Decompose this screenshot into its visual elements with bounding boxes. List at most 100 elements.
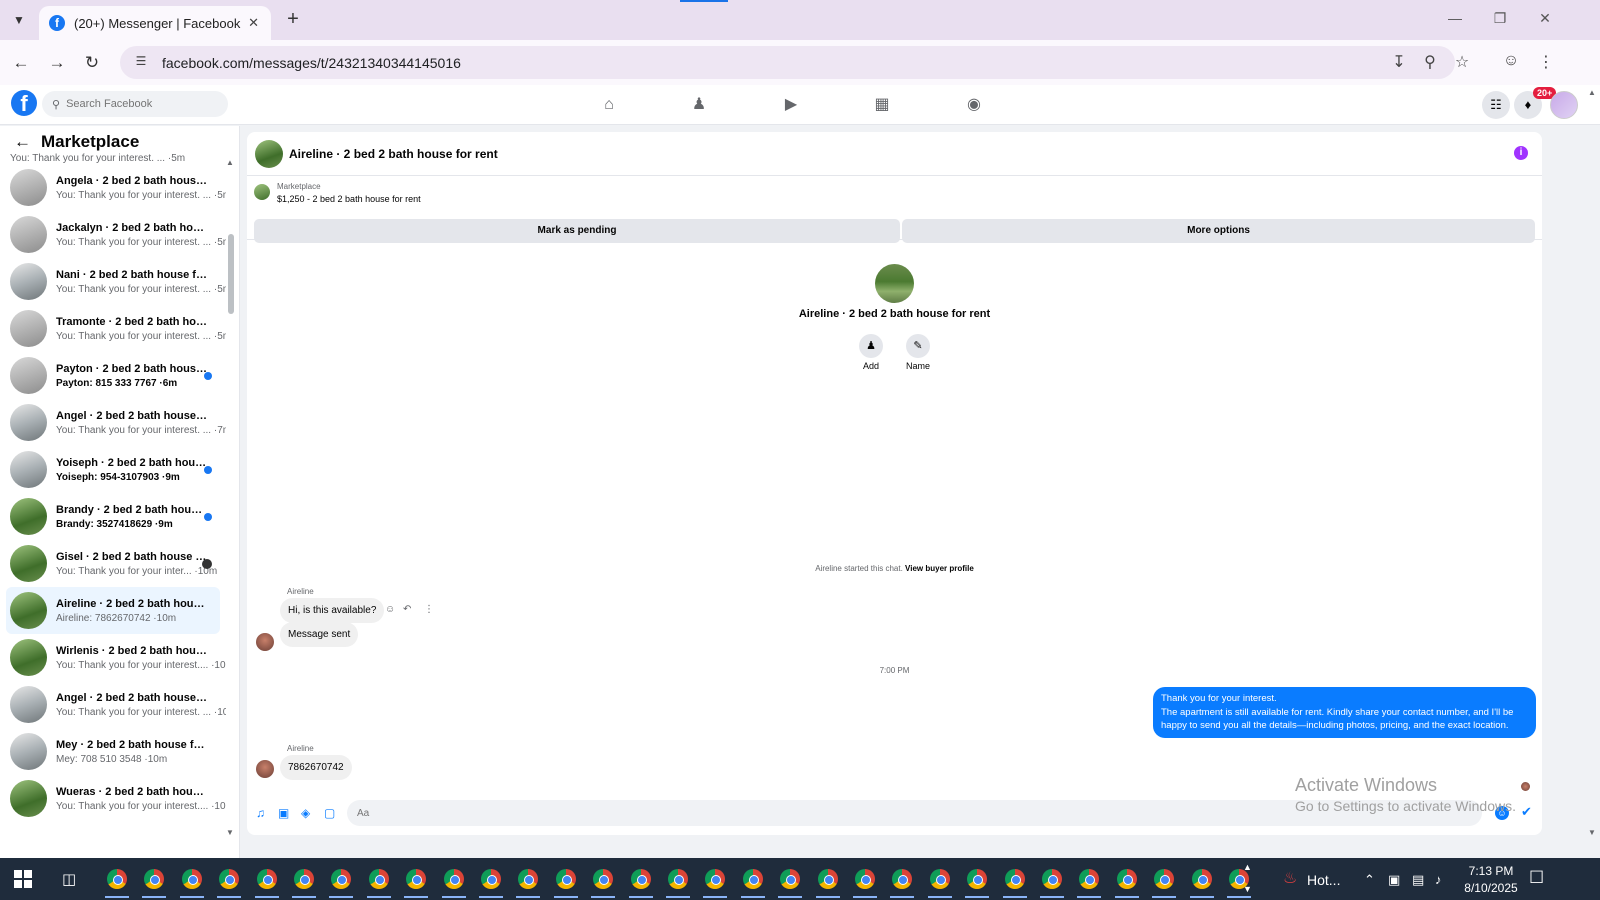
- conversation-item[interactable]: Payton · 2 bed 2 bath house f... Payton: …: [0, 352, 226, 399]
- chrome-taskbar-icon[interactable]: [217, 869, 242, 898]
- chrome-taskbar-icon[interactable]: [254, 869, 279, 898]
- conversation-item[interactable]: Yoiseph · 2 bed 2 bath house ... Yoiseph:…: [0, 446, 226, 493]
- clock-date[interactable]: 8/10/2025: [1458, 881, 1524, 895]
- weather-thermometer-icon[interactable]: ♨: [1283, 868, 1297, 888]
- chrome-taskbar-icon[interactable]: [628, 869, 653, 898]
- conversation-item[interactable]: You: Thank you for your interest. ... ·5…: [0, 150, 226, 164]
- chrome-taskbar-icon[interactable]: [1002, 869, 1027, 898]
- chrome-taskbar-icon[interactable]: [329, 869, 354, 898]
- chat-avatar[interactable]: [255, 139, 283, 168]
- conversation-item[interactable]: Jackalyn · 2 bed 2 bath house f... You: T…: [0, 211, 226, 258]
- browser-tab[interactable]: f (20+) Messenger | Facebook ✕: [39, 6, 271, 40]
- conversation-item[interactable]: Angel · 2 bed 2 bath house for ... You: T…: [0, 681, 226, 728]
- close-window-icon[interactable]: ✕: [1535, 10, 1555, 27]
- tab-close-icon[interactable]: ✕: [248, 15, 259, 31]
- sender-avatar[interactable]: [256, 760, 274, 778]
- action-center-icon[interactable]: ☐: [1529, 868, 1544, 888]
- conversation-item[interactable]: Wueras · 2 bed 2 bath house fo... You: Th…: [0, 775, 226, 822]
- marketplace-icon[interactable]: ▦: [871, 94, 893, 116]
- bookmark-star-icon[interactable]: ☆: [1451, 52, 1473, 72]
- zoom-icon[interactable]: ⚲: [1419, 52, 1441, 72]
- conversation-item[interactable]: Brandy · 2 bed 2 bath house f... Brandy: …: [0, 493, 226, 540]
- conversation-item[interactable]: Gisel · 2 bed 2 bath house fo... You: Tha…: [0, 540, 226, 587]
- chat-title[interactable]: Aireline · 2 bed 2 bath house for rent: [289, 147, 498, 161]
- task-view-icon[interactable]: ◫: [62, 870, 76, 888]
- chrome-taskbar-icon[interactable]: [179, 869, 204, 898]
- facebook-logo-icon[interactable]: f: [11, 90, 37, 116]
- volume-icon[interactable]: ♪: [1435, 872, 1442, 887]
- conversation-item[interactable]: Aireline · 2 bed 2 bath house fo... Airel…: [6, 587, 220, 634]
- chrome-taskbar-icon[interactable]: [105, 869, 129, 898]
- tab-search-chevron-icon[interactable]: ▼: [8, 9, 30, 31]
- microphone-icon[interactable]: ♫: [256, 806, 265, 820]
- scroll-down-icon[interactable]: ▼: [226, 828, 234, 837]
- browser-menu-icon[interactable]: ⋮: [1535, 52, 1557, 72]
- network-icon[interactable]: ▤: [1412, 872, 1424, 888]
- sidebar-scrollbar[interactable]: [228, 234, 234, 314]
- reply-icon[interactable]: ↶: [403, 604, 411, 615]
- minimize-icon[interactable]: —: [1445, 10, 1465, 26]
- chrome-taskbar-icon[interactable]: [815, 869, 840, 898]
- chrome-taskbar-icon[interactable]: [479, 869, 503, 898]
- clock-time[interactable]: 7:13 PM: [1458, 864, 1524, 878]
- conversation-item[interactable]: Wirlenis · 2 bed 2 bath house f... You: T…: [0, 634, 226, 681]
- reload-icon[interactable]: ↻: [81, 52, 103, 74]
- conversation-item[interactable]: Nani · 2 bed 2 bath house for r... You: T…: [0, 258, 226, 305]
- meet-now-icon[interactable]: ▣: [1388, 872, 1400, 888]
- listing-price[interactable]: $1,250 - 2 bed 2 bath house for rent: [277, 194, 421, 204]
- video-icon[interactable]: ▶: [780, 94, 802, 116]
- mark-as-pending-button[interactable]: Mark as pending: [254, 219, 900, 243]
- chrome-taskbar-icon[interactable]: [740, 869, 765, 898]
- chrome-taskbar-icon[interactable]: [553, 869, 578, 898]
- weather-text[interactable]: Hot...: [1307, 872, 1340, 888]
- chrome-taskbar-icon[interactable]: [1189, 869, 1214, 898]
- sender-avatar[interactable]: [256, 633, 274, 651]
- emoji-react-icon[interactable]: ☺: [385, 604, 395, 615]
- tray-chevron-icon[interactable]: ⌃: [1364, 872, 1375, 888]
- photo-icon[interactable]: ▣: [278, 806, 289, 820]
- site-info-icon[interactable]: ☰: [132, 54, 150, 72]
- install-app-icon[interactable]: ↧: [1388, 52, 1410, 72]
- chrome-taskbar-icon[interactable]: [292, 869, 316, 898]
- groups-icon[interactable]: ◉: [963, 94, 985, 116]
- account-avatar[interactable]: [1550, 91, 1578, 119]
- info-icon[interactable]: i: [1514, 146, 1528, 160]
- chrome-taskbar-icon[interactable]: [142, 869, 167, 898]
- chrome-taskbar-icon[interactable]: [404, 869, 429, 898]
- friends-icon[interactable]: ♟: [688, 94, 710, 116]
- menu-grid-icon[interactable]: ☷: [1482, 91, 1510, 119]
- scroll-up-icon[interactable]: ▲: [226, 158, 234, 167]
- back-arrow-icon[interactable]: ←: [14, 132, 31, 152]
- home-icon[interactable]: ⌂: [598, 94, 620, 116]
- conversation-item[interactable]: Mey · 2 bed 2 bath house for r... Mey: 70…: [0, 728, 226, 775]
- facebook-search-box[interactable]: ⚲: [42, 91, 228, 117]
- message-bubble-incoming[interactable]: Hi, is this available?: [280, 598, 385, 623]
- chrome-taskbar-icon[interactable]: [666, 869, 690, 898]
- taskbar-scroll-down-icon[interactable]: ▼: [1243, 884, 1252, 894]
- restore-icon[interactable]: ❐: [1490, 10, 1510, 27]
- chrome-taskbar-icon[interactable]: [927, 869, 952, 898]
- chrome-taskbar-icon[interactable]: [441, 869, 466, 898]
- page-scroll-up-icon[interactable]: ▲: [1588, 88, 1596, 97]
- chrome-taskbar-icon[interactable]: [965, 869, 990, 898]
- chrome-taskbar-icon[interactable]: [1152, 869, 1177, 898]
- conversation-item[interactable]: Angel · 2 bed 2 bath house for ... You: T…: [0, 399, 226, 446]
- taskbar-scroll-up-icon[interactable]: ▲: [1243, 862, 1252, 872]
- chrome-taskbar-icon[interactable]: [1114, 869, 1139, 898]
- chrome-taskbar-icon[interactable]: [516, 869, 541, 898]
- new-tab-icon[interactable]: +: [282, 8, 304, 30]
- chrome-taskbar-icon[interactable]: [366, 869, 391, 898]
- profile-icon[interactable]: ☺: [1500, 52, 1522, 70]
- view-buyer-profile-link[interactable]: View buyer profile: [905, 564, 974, 573]
- url-text[interactable]: facebook.com/messages/t/2432134034414501…: [162, 55, 461, 71]
- gif-icon[interactable]: ▢: [324, 806, 335, 820]
- more-options-button[interactable]: More options: [902, 219, 1535, 243]
- message-bubble-outgoing[interactable]: Thank you for your interest. The apartme…: [1153, 687, 1536, 738]
- conversation-item[interactable]: Angela · 2 bed 2 bath house fo... You: Th…: [0, 164, 226, 211]
- add-person-icon[interactable]: ♟: [859, 334, 883, 358]
- page-scroll-down-icon[interactable]: ▼: [1588, 828, 1596, 837]
- like-thumb-icon[interactable]: ✔: [1521, 804, 1532, 820]
- conversation-item[interactable]: Tramonte · 2 bed 2 bath house ... You: Th…: [0, 305, 226, 352]
- facebook-search-input[interactable]: [66, 98, 217, 110]
- edit-name-icon[interactable]: ✎: [906, 334, 930, 358]
